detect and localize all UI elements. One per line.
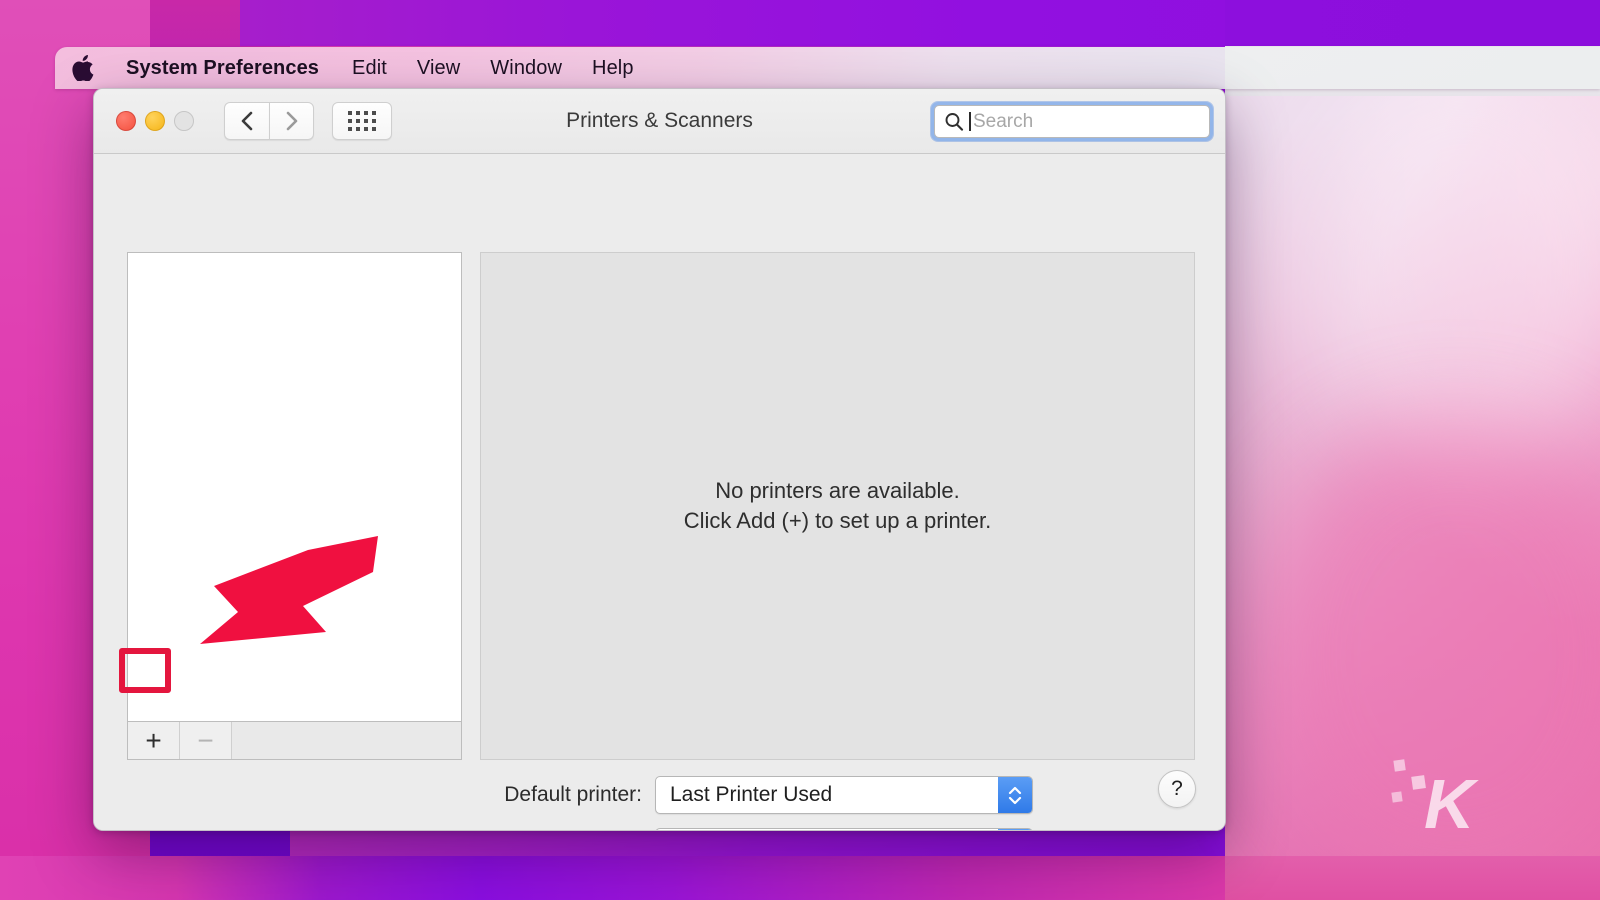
show-all-grid-icon — [348, 111, 376, 131]
menu-item-edit[interactable]: Edit — [337, 47, 402, 89]
remove-printer-button: − — [180, 722, 232, 759]
empty-state-line-2: Click Add (+) to set up a printer. — [683, 508, 992, 533]
printer-list-toolbar: + − — [127, 721, 462, 760]
apple-menu-button[interactable] — [55, 47, 111, 89]
search-placeholder-text: Search — [973, 110, 1034, 132]
default-printer-label: Default printer: — [504, 783, 642, 806]
wallpaper-right-top-band — [1225, 0, 1600, 46]
default-printer-stepper[interactable] — [998, 777, 1032, 813]
show-all-button[interactable] — [332, 102, 392, 140]
back-button[interactable] — [224, 102, 269, 140]
forward-button[interactable] — [269, 102, 314, 140]
chevron-right-icon — [286, 111, 297, 131]
printer-list-toolbar-filler — [232, 722, 461, 759]
search-focus-ring: Search — [931, 102, 1213, 141]
default-paper-size-popup[interactable]: US Letter — [655, 828, 1033, 830]
wallpaper-right-panel — [1225, 0, 1600, 900]
navigation-button-group — [224, 102, 314, 140]
desktop-wallpaper: K System Preferences Edit View Window He… — [0, 0, 1600, 900]
preferences-pane-body: + − No printers are available. Click Add… — [94, 154, 1225, 830]
system-preferences-window: Printers & Scanners Search + − No printe… — [93, 88, 1226, 831]
menu-bar: System Preferences Edit View Window Help — [55, 47, 1600, 89]
search-icon — [945, 112, 964, 131]
default-paper-size-row: Default paper size: US Letter — [450, 828, 1033, 830]
zoom-window-button[interactable] — [174, 111, 194, 131]
close-window-button[interactable] — [116, 111, 136, 131]
menu-item-view[interactable]: View — [402, 47, 475, 89]
help-button[interactable]: ? — [1158, 770, 1196, 808]
chevron-up-icon — [1008, 786, 1022, 794]
printer-list[interactable] — [127, 252, 462, 721]
chevron-down-icon — [1008, 796, 1022, 804]
menu-item-help[interactable]: Help — [577, 47, 649, 89]
menu-item-system-preferences[interactable]: System Preferences — [111, 47, 337, 89]
printer-detail-panel: No printers are available. Click Add (+)… — [480, 252, 1195, 760]
default-printer-value: Last Printer Used — [670, 783, 833, 806]
window-toolbar: Printers & Scanners Search — [94, 89, 1225, 154]
empty-state-message: No printers are available. Click Add (+)… — [684, 476, 992, 537]
apple-logo-icon — [72, 55, 94, 81]
default-printer-row: Default printer: Last Printer Used — [450, 776, 1033, 814]
search-text-caret — [969, 112, 971, 131]
search-input[interactable]: Search — [934, 105, 1210, 138]
default-printer-popup[interactable]: Last Printer Used — [655, 776, 1033, 814]
traffic-light-group — [94, 111, 194, 131]
menu-item-window[interactable]: Window — [475, 47, 577, 89]
empty-state-line-1: No printers are available. — [715, 477, 960, 503]
wallpaper-bottom-strip-right — [1225, 856, 1600, 900]
minimize-window-button[interactable] — [145, 111, 165, 131]
default-paper-size-stepper[interactable] — [998, 829, 1032, 830]
chevron-left-icon — [241, 111, 253, 131]
add-printer-button[interactable]: + — [128, 722, 180, 759]
